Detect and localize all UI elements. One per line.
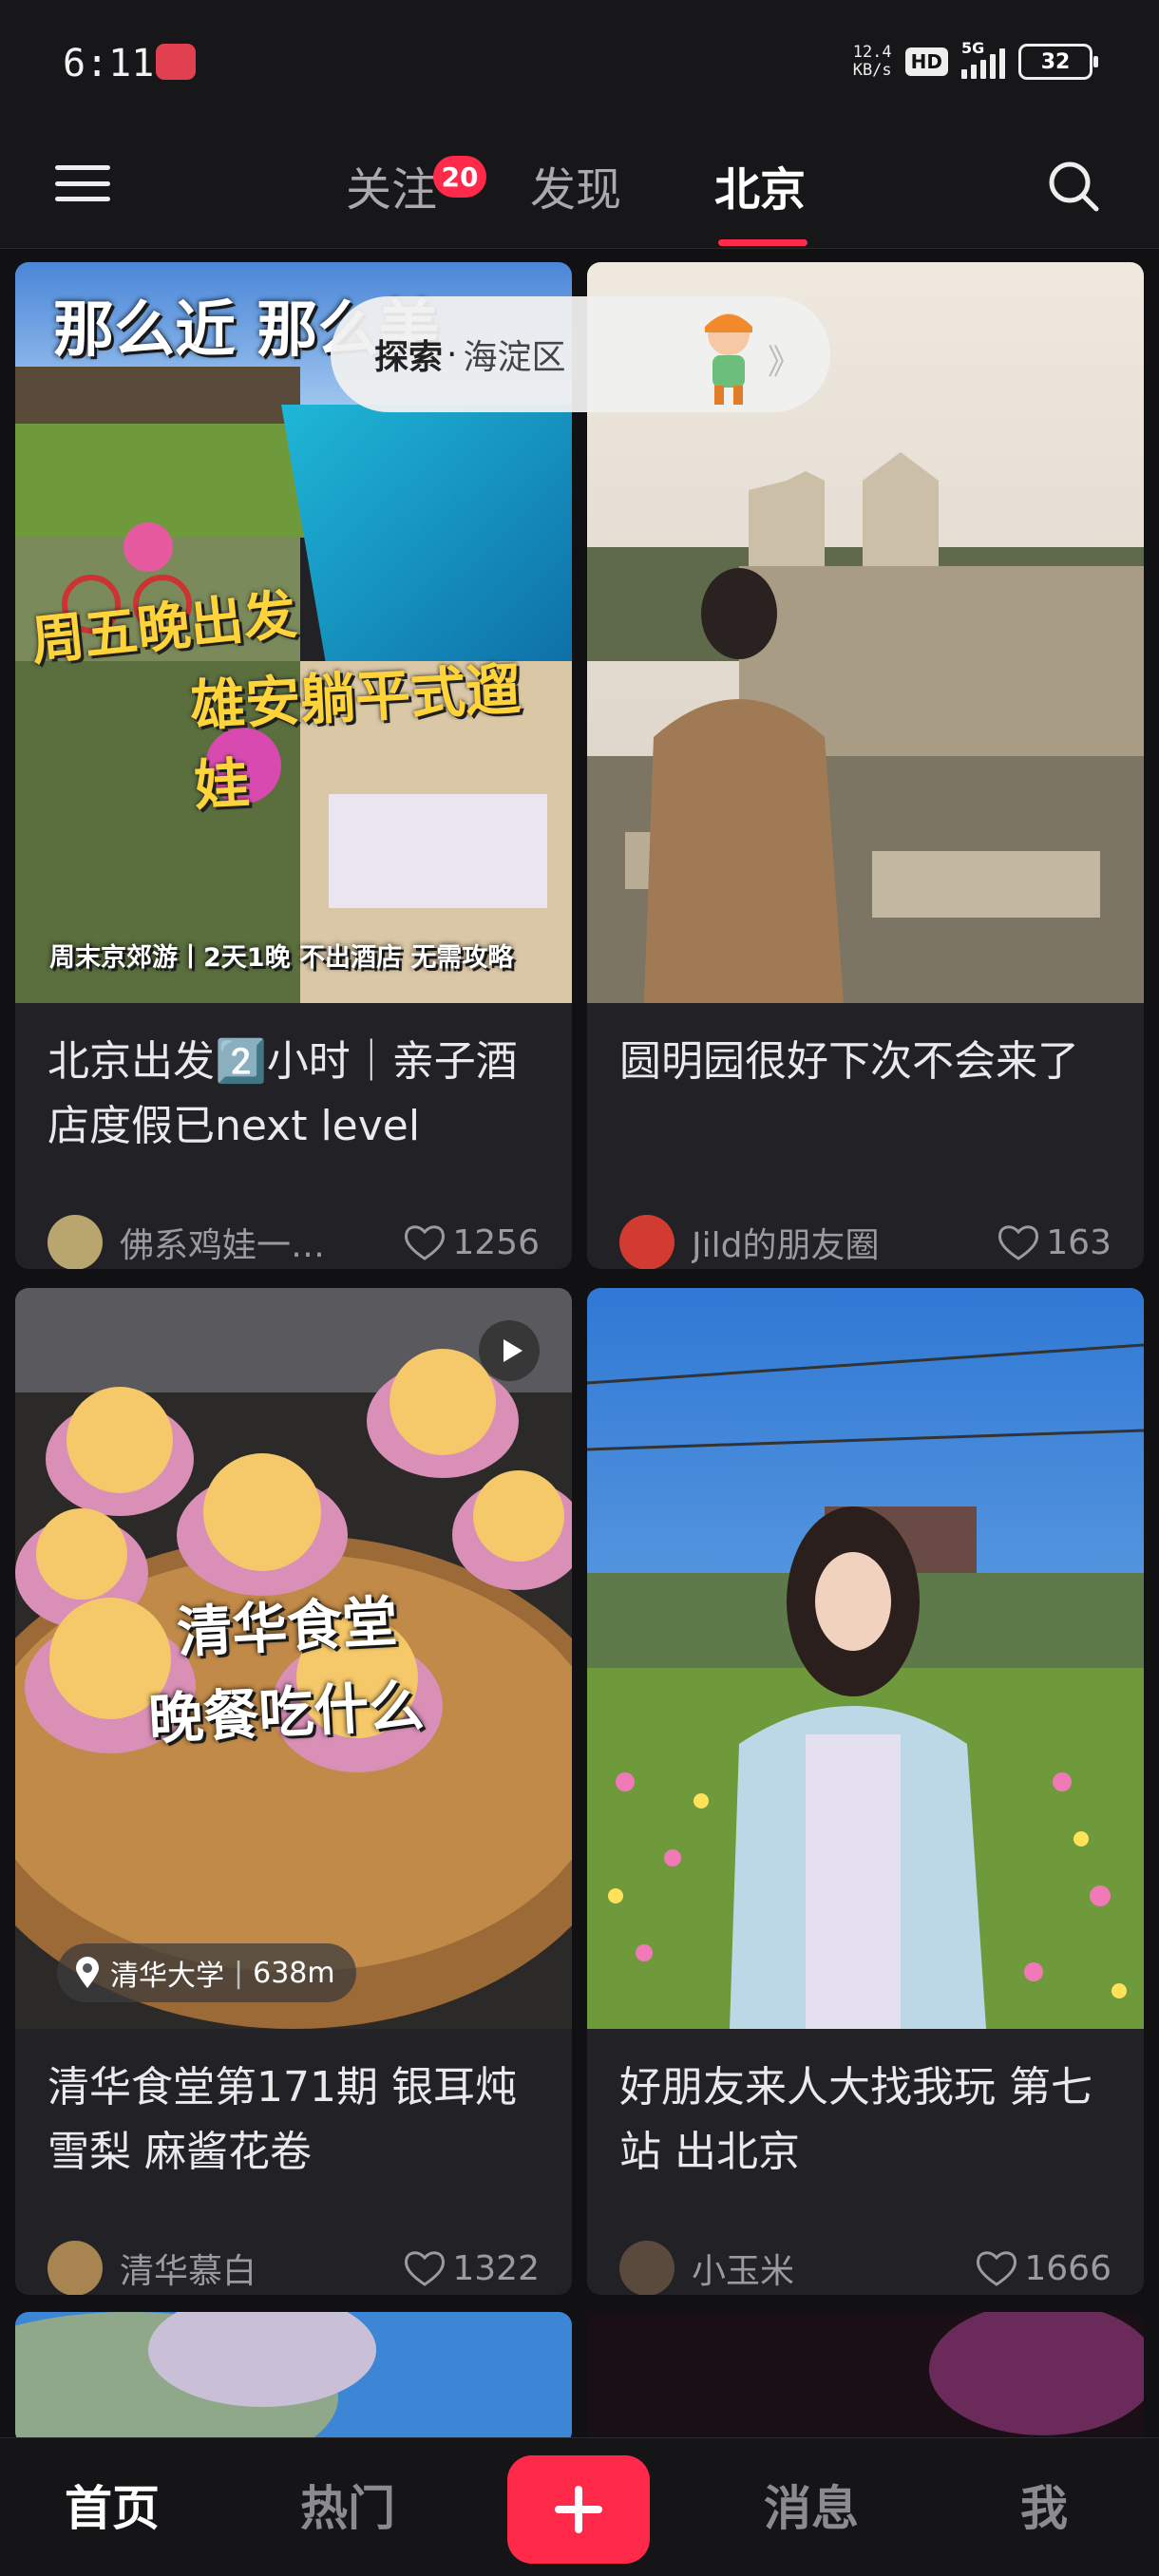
top-nav: 关注 20 发现 北京 [0,133,1159,249]
status-indicators: 12.4 KB/s HD 5G 32 [853,38,1098,85]
feed-card[interactable]: 好朋友来人大找我玩 第七站 出北京 小玉米 1666 [587,1288,1144,2295]
heart-icon[interactable] [997,1222,1040,1262]
status-time: 6:11 [63,42,155,85]
location-distance: 638m [253,1956,335,1990]
feed-card[interactable]: 圆明园很好下次不会来了 Jild的朋友圈 163 [587,262,1144,1269]
like-count: 1666 [1024,2248,1112,2288]
card-title[interactable]: 北京出发2️⃣小时｜亲子酒店度假已next level [48,1030,549,1159]
network-speed: 12.4 KB/s [853,44,892,80]
card-title[interactable]: 好朋友来人大找我玩 第七站 出北京 [619,2055,1121,2185]
nav-home[interactable]: 首页 [65,2471,160,2539]
cover-text-line: 晚餐吃什么 [146,1673,426,1752]
nav-messages[interactable]: 消息 [764,2471,859,2539]
feed-card[interactable]: 那么近 那么美 周五晚出发 雄安躺平式遛娃 周末京郊游丨2天1晚 不出酒店 无需… [15,262,572,1269]
explore-location-pill[interactable]: 探索 · 海淀区 》 [331,296,830,412]
heart-icon[interactable] [975,2248,1018,2288]
status-bar: 6:11 12.4 KB/s HD 5G 32 [0,0,1159,133]
tab-beijing[interactable]: 北京 [714,152,806,218]
follow-badge: 20 [433,156,486,198]
location-divider: | [234,1956,244,1990]
battery-level: 32 [1040,49,1071,74]
avatar[interactable] [48,2241,103,2295]
bottom-nav: 首页 热门 消息 我 [0,2437,1159,2576]
network-speed-value: 12.4 [852,43,892,62]
hd-badge: HD [904,47,948,76]
location-pin-icon [76,1957,99,1988]
avatar[interactable] [48,1215,103,1269]
network-type-label: 5G [961,39,985,57]
card-cover-image [587,1288,1144,2029]
card-title[interactable]: 清华食堂第171期 银耳炖雪梨 麻酱花卷 [48,2055,549,2185]
avatar[interactable] [619,2241,674,2295]
avatar[interactable] [619,1215,674,1269]
tab-follow[interactable]: 关注 [346,152,437,218]
card-meta: 佛系鸡娃一… 1256 [48,1212,540,1269]
signal-icon: 5G [961,39,1005,79]
location-name: 清华大学 [110,1960,224,1993]
card-title[interactable]: 圆明园很好下次不会来了 [619,1030,1121,1094]
heart-icon[interactable] [403,1222,446,1262]
search-icon[interactable] [1045,158,1102,215]
tab-discover[interactable]: 发现 [530,152,621,218]
cover-text-line: 雄安躺平式遛娃 [188,656,522,819]
battery-icon: 32 [1018,44,1098,80]
card-cover-image [15,2312,572,2445]
location-chip[interactable]: 清华大学 | 638m [57,1943,356,2002]
plus-icon[interactable] [507,2455,650,2564]
notification-app-icon [156,44,196,80]
explore-area: 海淀区 [463,338,566,377]
explore-label: 探索 [374,338,444,377]
play-icon[interactable] [479,1320,540,1381]
cover-text-line: 清华食堂 [175,1588,399,1666]
top-tabs: 关注 20 发现 北京 [0,152,1159,246]
like-count: 163 [1046,1222,1112,1262]
feed-card-partial[interactable] [15,2312,572,2445]
active-tab-indicator [718,239,808,246]
like-count: 1256 [452,1222,540,1262]
card-meta: Jild的朋友圈 163 [619,1212,1112,1269]
author-name[interactable]: 小玉米 [692,2244,975,2293]
nav-hot[interactable]: 热门 [300,2471,395,2539]
feed-card-partial[interactable] [587,2312,1144,2445]
card-meta: 小玉米 1666 [619,2238,1112,2295]
card-cover-image [587,2312,1144,2445]
heart-icon[interactable] [403,2248,446,2288]
author-name[interactable]: 清华慕白 [120,2244,403,2293]
nav-me[interactable]: 我 [1020,2471,1068,2539]
author-name[interactable]: Jild的朋友圈 [692,1218,997,1267]
like-count: 1322 [452,2248,540,2288]
network-speed-unit: KB/s [852,61,892,80]
author-name[interactable]: 佛系鸡娃一… [120,1218,403,1267]
chevron-right-icon: 》 [767,343,802,382]
cover-caption: 周末京郊游丨2天1晚 不出酒店 无需攻略 [49,943,514,973]
card-cover-image: 清华食堂 晚餐吃什么 清华大学 | 638m [15,1288,572,2029]
feed-card[interactable]: 清华食堂 晚餐吃什么 清华大学 | 638m 清华食堂第171期 银耳炖雪梨 麻… [15,1288,572,2295]
card-meta: 清华慕白 1322 [48,2238,540,2295]
explore-separator: · [446,334,458,374]
mascot-icon [705,313,752,405]
